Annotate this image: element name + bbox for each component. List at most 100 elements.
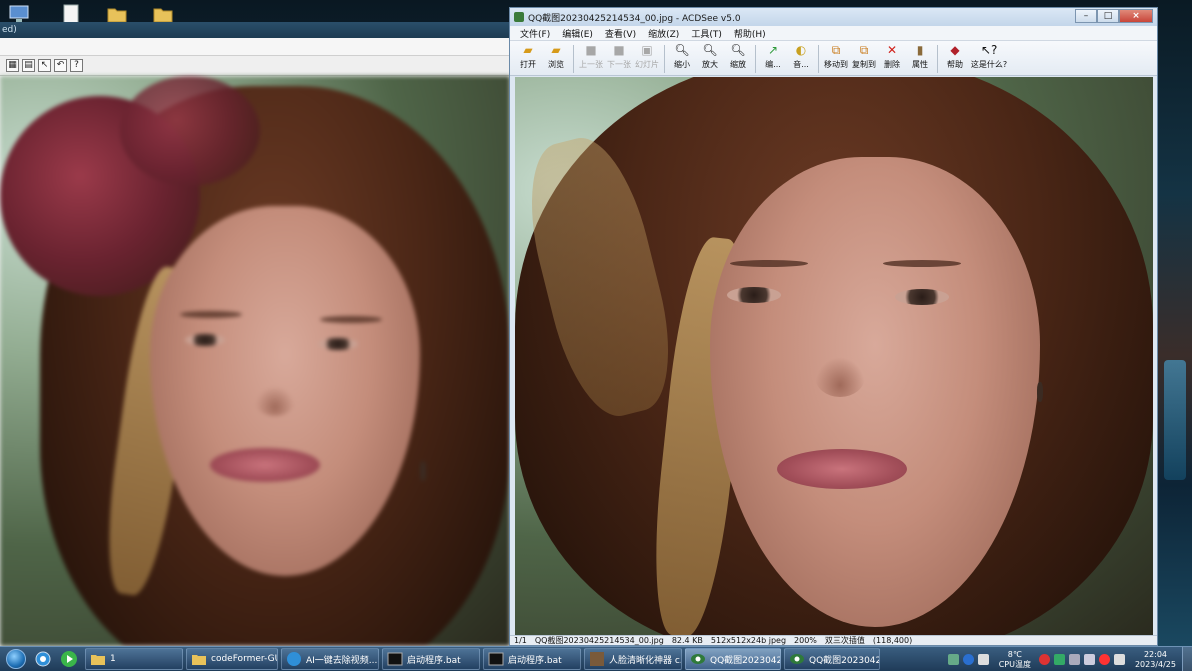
taskbar-item[interactable]: 启动程序.bat (382, 648, 480, 670)
whats-this-icon: ↖? (981, 43, 998, 57)
next-image-icon: ■ (613, 43, 625, 57)
slideshow-button[interactable]: ▣ 幻灯片 (633, 43, 661, 75)
info-icon[interactable]: ? (70, 59, 83, 72)
taskbar-item[interactable]: QQ截图2023042... (784, 648, 880, 670)
status-filename: QQ截图20230425214534_00.jpg (534, 636, 664, 645)
quicklaunch-browser[interactable] (30, 648, 56, 670)
help-book-icon: ◆ (950, 43, 960, 57)
zoom-button[interactable]: 🔍︎ 缩放 (724, 43, 752, 75)
system-tray: 8℃ CPU温度 22:04 2023/4/25 (946, 647, 1192, 671)
cpu-temperature[interactable]: 8℃ CPU温度 (999, 650, 1031, 670)
audio-icon: ◐ (795, 43, 807, 57)
status-bar: 1/1 QQ截图20230425214534_00.jpg 82.4 KB 51… (510, 635, 1157, 645)
blurry-portrait-image (0, 76, 510, 646)
arrow-tray-icon[interactable] (977, 654, 989, 665)
whats-this-button[interactable]: ↖? 这是什么? (969, 43, 1009, 75)
move-to-icon: ⧉ (831, 43, 841, 57)
folder-icon (91, 655, 105, 665)
page-icon[interactable]: ▤ (22, 59, 35, 72)
minimize-button[interactable]: – (1075, 9, 1097, 23)
folder-icon[interactable] (106, 4, 128, 24)
document-icon[interactable] (60, 4, 82, 24)
taskbar-item[interactable]: codeFormer-GU... (186, 648, 278, 670)
menu-file[interactable]: 文件(F) (514, 27, 556, 40)
audio-button[interactable]: ◐ 音... (787, 43, 815, 75)
properties-icon: ▮ (916, 43, 924, 57)
left-window-titlebar[interactable]: ed) (0, 22, 510, 38)
acdsee-icon (691, 654, 705, 664)
taskbar-item[interactable]: 1 (85, 648, 183, 670)
zoom-in-icon: 🔍︎ (702, 43, 718, 57)
volume-icon[interactable] (1083, 654, 1095, 665)
clock[interactable]: 22:04 2023/4/25 (1135, 650, 1176, 670)
window-title: QQ截图20230425214534_00.jpg - ACDSee v5.0 (528, 13, 741, 24)
copy-to-icon: ⧉ (859, 43, 869, 57)
maximize-button[interactable]: □ (1097, 9, 1119, 23)
move-to-button[interactable]: ⧉ 移动到 (822, 43, 850, 75)
taskbar-item[interactable]: QQ截图2023042... (685, 648, 781, 670)
zoom-out-icon: 🔍︎ (674, 43, 690, 57)
delete-icon: ✕ (886, 43, 898, 57)
computer-icon[interactable] (8, 4, 30, 24)
status-size: 82.4 KB (671, 636, 703, 645)
edit-button[interactable]: ↗ 编... (759, 43, 787, 75)
status-index: 1/1 (514, 636, 527, 645)
main-toolbar: ▰ 打开 ▰ 浏览 ■ 上一张 ■ 下一张 ▣ 幻灯片 🔍︎ 缩小 🔍︎ 放大 🔍︎ 缩放 ↗ 编… (510, 41, 1157, 76)
desktop: ed) ▦ ▤ ↖ ↶ ? QQ截图20230425214534_00.jpg … (0, 0, 1192, 646)
copy-to-button[interactable]: ⧉ 复制到 (850, 43, 878, 75)
quicklaunch-player[interactable] (56, 648, 82, 670)
acdsee-window: QQ截图20230425214534_00.jpg - ACDSee v5.0 … (509, 7, 1158, 646)
menu-edit[interactable]: 编辑(E) (556, 27, 599, 40)
pointer-help-icon[interactable]: ↖ (38, 59, 51, 72)
acdsee-titlebar[interactable]: QQ截图20230425214534_00.jpg - ACDSee v5.0 … (510, 8, 1157, 26)
help-tray-icon[interactable] (962, 654, 974, 665)
browse-button[interactable]: ▰ 浏览 (542, 43, 570, 75)
security-icon[interactable] (1098, 654, 1110, 665)
acdsee-app-icon[interactable] (514, 12, 524, 22)
delete-button[interactable]: ✕ 删除 (878, 43, 906, 75)
windows-logo-icon (6, 649, 26, 669)
acdsee-icon (790, 654, 804, 664)
status-dimensions: 512x512x24b jpeg (710, 636, 787, 645)
start-button[interactable] (2, 647, 30, 671)
show-desktop-button[interactable] (1182, 647, 1192, 671)
zoom-icon: 🔍︎ (730, 43, 746, 57)
taskbar-item[interactable]: 启动程序.bat (483, 648, 581, 670)
left-window-toolbar: ▦ ▤ ↖ ↶ ? (0, 56, 510, 76)
zoom-in-button[interactable]: 🔍︎ 放大 (696, 43, 724, 75)
status-coords: (118,400) (872, 636, 913, 645)
wechat-icon[interactable] (1053, 654, 1065, 665)
menu-view[interactable]: 查看(V) (599, 27, 642, 40)
properties-button[interactable]: ▮ 属性 (906, 43, 934, 75)
grid-icon[interactable]: ▦ (6, 59, 19, 72)
network-icon[interactable] (1068, 654, 1080, 665)
taskbar-item[interactable]: AI一键去除视频... (281, 648, 379, 670)
menu-tools[interactable]: 工具(T) (685, 27, 728, 40)
red-app-icon[interactable] (1038, 654, 1050, 665)
open-button[interactable]: ▰ 打开 (514, 43, 542, 75)
play-icon (61, 651, 77, 667)
prev-button[interactable]: ■ 上一张 (577, 43, 605, 75)
undo-icon[interactable]: ↶ (54, 59, 67, 72)
left-window-title: ed) (2, 25, 17, 35)
taskbar-item[interactable]: 人脸清晰化神器 c... (584, 648, 682, 670)
edit-icon: ↗ (767, 43, 779, 57)
folder-icon (192, 655, 206, 665)
menu-zoom[interactable]: 缩放(Z) (642, 27, 685, 40)
app-icon (590, 652, 604, 666)
slideshow-icon: ▣ (641, 43, 653, 57)
close-button[interactable]: × (1119, 9, 1153, 23)
folder-icon[interactable] (152, 4, 174, 24)
action-center-icon[interactable] (1113, 654, 1125, 665)
console-icon (387, 652, 403, 666)
menu-help[interactable]: 帮助(H) (728, 27, 772, 40)
open-folder-icon: ▰ (523, 43, 533, 57)
help-button[interactable]: ◆ 帮助 (941, 43, 969, 75)
next-button[interactable]: ■ 下一张 (605, 43, 633, 75)
menu-bar: 文件(F) 编辑(E) 查看(V) 缩放(Z) 工具(T) 帮助(H) (510, 26, 1157, 41)
wallpaper-glow (1164, 360, 1186, 480)
keyboard-icon[interactable] (947, 654, 959, 665)
zoom-out-button[interactable]: 🔍︎ 缩小 (668, 43, 696, 75)
desktop-wallpaper-strip (1158, 0, 1192, 646)
browser-icon (35, 651, 51, 667)
